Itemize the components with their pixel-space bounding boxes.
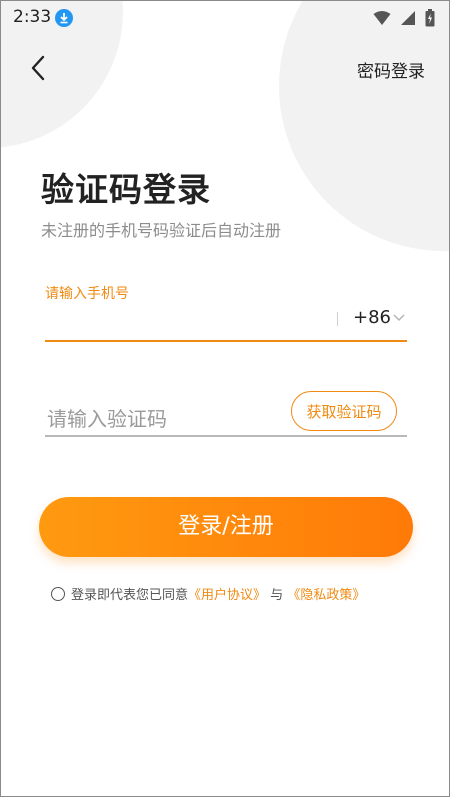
agreement-and: 与 bbox=[270, 588, 284, 603]
code-underline bbox=[45, 435, 407, 437]
page-title: 验证码登录 bbox=[41, 170, 211, 209]
download-icon bbox=[55, 9, 73, 27]
chevron-down-icon[interactable] bbox=[392, 313, 406, 323]
status-time: 2:33 bbox=[13, 7, 52, 27]
country-code-select[interactable]: +86 bbox=[353, 307, 391, 328]
back-button[interactable] bbox=[23, 51, 55, 85]
wifi-icon bbox=[373, 10, 391, 25]
battery-icon bbox=[425, 8, 435, 26]
phone-underline bbox=[45, 340, 407, 342]
phone-input[interactable] bbox=[45, 303, 329, 339]
phone-field-label: 请输入手机号 bbox=[45, 286, 129, 302]
status-icons bbox=[369, 7, 435, 27]
agreement-prefix: 登录即代表您已同意 bbox=[71, 588, 189, 603]
password-login-link[interactable]: 密码登录 bbox=[357, 57, 425, 82]
page-subtitle: 未注册的手机号码验证后自动注册 bbox=[41, 221, 282, 240]
signal-icon bbox=[400, 10, 415, 25]
verification-code-input[interactable] bbox=[45, 401, 279, 437]
get-code-button[interactable]: 获取验证码 bbox=[291, 391, 397, 431]
login-register-button[interactable]: 登录/注册 bbox=[39, 497, 413, 557]
privacy-policy-link[interactable]: 《隐私政策》 bbox=[287, 588, 365, 603]
agreement-radio[interactable] bbox=[51, 586, 65, 601]
phone-divider bbox=[337, 312, 338, 326]
user-agreement-link[interactable]: 《用户协议》 bbox=[188, 588, 266, 603]
screen: 2:33 密码登录 验证码登录 未注册的手机号码验证后自动注册 请输入手机号 +… bbox=[0, 0, 450, 797]
decor-circle-right bbox=[279, 1, 449, 251]
chevron-left-icon bbox=[31, 55, 45, 81]
agreement: 登录即代表您已同意《用户协议》 与 《隐私政策》 bbox=[51, 584, 365, 604]
status-bar: 2:33 bbox=[1, 1, 449, 33]
